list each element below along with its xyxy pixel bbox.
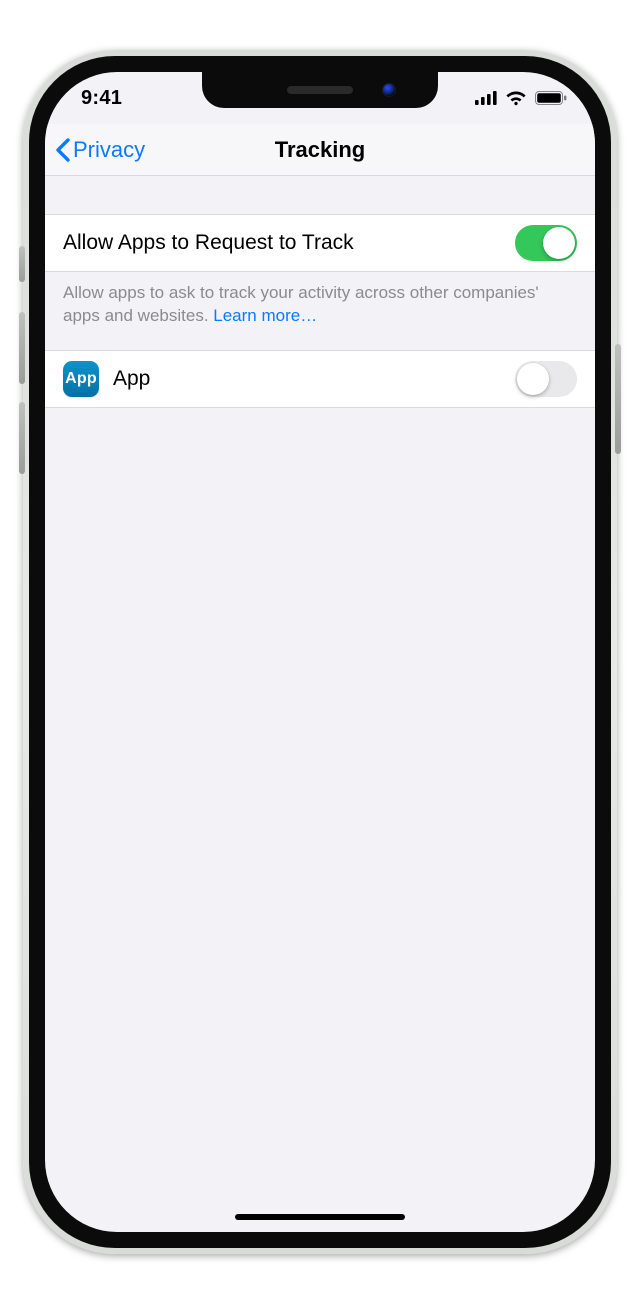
- section-spacer: [45, 342, 595, 350]
- hardware-mute-switch: [19, 246, 25, 282]
- allow-apps-to-request-label: Allow Apps to Request to Track: [63, 231, 354, 255]
- toggle-knob: [517, 363, 549, 395]
- chevron-left-icon: [55, 138, 71, 162]
- app-tracking-toggle[interactable]: [515, 361, 577, 397]
- allow-apps-to-request-toggle[interactable]: [515, 225, 577, 261]
- section-footer-note: Allow apps to ask to track your activity…: [45, 272, 595, 342]
- screen: 9:41: [45, 72, 595, 1232]
- app-icon: App: [63, 361, 99, 397]
- cellular-signal-icon: [475, 91, 497, 105]
- phone-device-frame: 9:41: [23, 50, 617, 1254]
- back-button-label: Privacy: [73, 137, 145, 163]
- app-icon-text: App: [65, 370, 97, 388]
- front-camera: [382, 83, 396, 97]
- toggle-knob: [543, 227, 575, 259]
- hardware-volume-up: [19, 312, 25, 384]
- status-icons: [475, 90, 567, 106]
- earpiece-speaker: [287, 86, 353, 94]
- status-time: 9:41: [81, 87, 122, 110]
- display-notch: [202, 72, 438, 108]
- section-spacer: [45, 176, 595, 214]
- nav-bar: Privacy Tracking: [45, 124, 595, 176]
- back-button[interactable]: Privacy: [55, 124, 145, 175]
- wifi-icon: [505, 90, 527, 106]
- app-tracking-row: App App: [45, 350, 595, 408]
- hardware-power-button: [615, 344, 621, 454]
- allow-apps-to-request-cell: Allow Apps to Request to Track: [45, 214, 595, 272]
- app-name-label: App: [113, 367, 150, 391]
- learn-more-link[interactable]: Learn more…: [213, 306, 317, 325]
- page-title: Tracking: [275, 137, 365, 163]
- home-indicator[interactable]: [235, 1214, 405, 1220]
- battery-icon: [535, 91, 567, 105]
- hardware-volume-down: [19, 402, 25, 474]
